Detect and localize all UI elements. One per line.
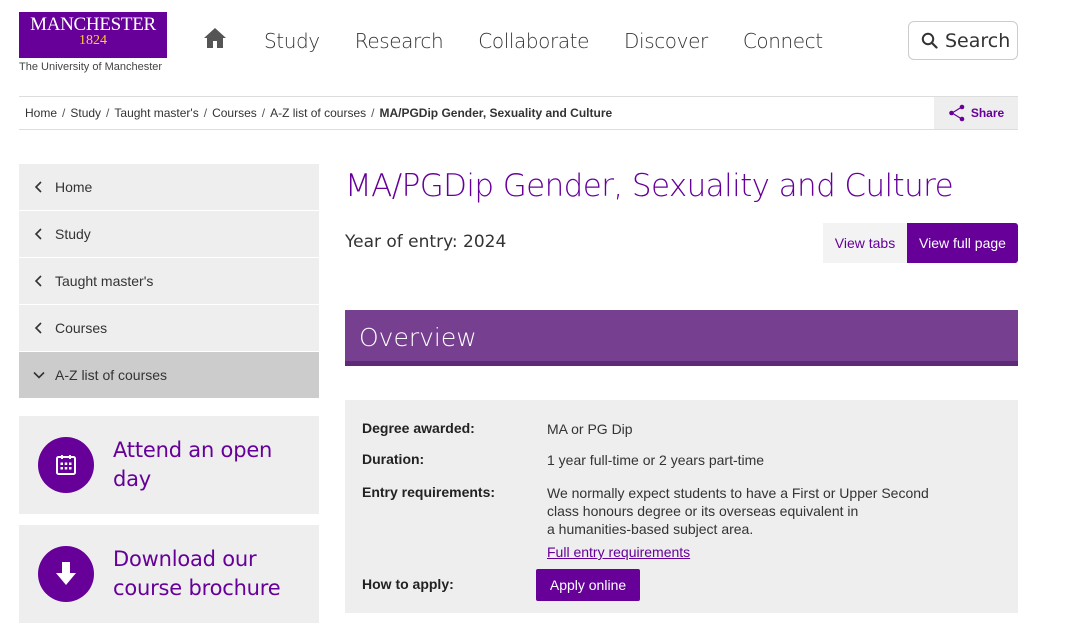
share-button[interactable]: Share <box>934 97 1018 129</box>
share-icon <box>949 104 965 122</box>
sidebar-item-label: A-Z list of courses <box>55 367 168 383</box>
sidebar-item-home[interactable]: Home <box>19 164 319 211</box>
breadcrumb-taught-masters[interactable]: Taught master's <box>114 106 198 120</box>
entry-requirements-line3: a humanities-based subject area. <box>547 521 754 537</box>
full-entry-requirements-link[interactable]: Full entry requirements <box>547 544 690 560</box>
brochure-text: Download our course brochure <box>113 547 281 600</box>
sidebar-nav: Home Study Taught master's Courses A-Z l… <box>19 164 319 399</box>
brochure-promo[interactable]: Download our course brochure <box>19 525 319 623</box>
breadcrumb-current: MA/PGDip Gender, Sexuality and Culture <box>379 106 613 120</box>
nav-collaborate[interactable]: Collaborate <box>478 28 589 54</box>
sidebar-item-label: Courses <box>55 320 108 336</box>
breadcrumb: Home / Study / Taught master's / Courses / A… <box>25 106 613 120</box>
key-facts-panel: Degree awarded: MA or PG Dip Duration: 1… <box>345 400 1018 613</box>
calendar-icon <box>56 455 76 475</box>
entry-requirements-line1: We normally expect students to have a Fi… <box>547 485 929 501</box>
search-icon <box>921 32 938 49</box>
chevron-left-icon <box>34 228 42 240</box>
open-day-text: Attend an open day <box>113 438 273 491</box>
chevron-left-icon <box>34 322 42 334</box>
sidebar-item-label: Home <box>55 179 93 195</box>
share-label: Share <box>970 106 1005 120</box>
chevron-left-icon <box>34 181 42 193</box>
duration-label: Duration: <box>362 451 425 467</box>
degree-label: Degree awarded: <box>362 420 475 436</box>
nav-study[interactable]: Study <box>264 28 320 54</box>
sidebar-item-courses[interactable]: Courses <box>19 305 319 352</box>
breadcrumb-home[interactable]: Home <box>25 106 57 120</box>
nav-research[interactable]: Research <box>355 28 444 54</box>
breadcrumb-az-list[interactable]: A-Z list of courses <box>270 106 366 120</box>
university-logo[interactable]: MANCHESTER 1824 <box>19 12 167 58</box>
nav-discover[interactable]: Discover <box>624 28 708 54</box>
sidebar-item-az-list[interactable]: A-Z list of courses <box>19 352 319 399</box>
how-to-apply-label: How to apply: <box>362 576 454 592</box>
view-tabs-button[interactable]: View tabs <box>823 223 907 263</box>
chevron-left-icon <box>34 275 42 287</box>
open-day-promo[interactable]: Attend an open day <box>19 416 319 514</box>
breadcrumb-study[interactable]: Study <box>70 106 101 120</box>
page-title: MA/PGDip Gender, Sexuality and Culture <box>345 168 954 204</box>
view-full-page-button[interactable]: View full page <box>907 223 1018 263</box>
search-label: Search <box>945 29 1011 52</box>
breadcrumb-bar: Home / Study / Taught master's / Courses / A… <box>19 96 1018 130</box>
sidebar-item-taught-masters[interactable]: Taught master's <box>19 258 319 305</box>
open-day-circle <box>38 437 94 493</box>
search-button[interactable]: Search <box>908 21 1018 60</box>
sidebar-item-study[interactable]: Study <box>19 211 319 258</box>
download-icon <box>56 562 76 585</box>
degree-value: MA or PG Dip <box>547 421 633 437</box>
overview-title: Overview <box>359 323 477 352</box>
overview-header: Overview <box>345 310 1018 366</box>
home-icon[interactable] <box>203 27 227 49</box>
brochure-circle <box>38 546 94 602</box>
logo-subtitle: The University of Manchester <box>19 61 163 73</box>
year-of-entry: Year of entry: 2024 <box>345 232 507 252</box>
entry-requirements-line2: class honours degree or its overseas equ… <box>547 503 859 519</box>
sidebar-item-label: Study <box>55 226 91 242</box>
entry-requirements-label: Entry requirements: <box>362 484 496 500</box>
main-nav: Study Research Collaborate Discover Conn… <box>264 28 858 54</box>
breadcrumb-courses[interactable]: Courses <box>212 106 257 120</box>
duration-value: 1 year full-time or 2 years part-time <box>547 452 765 468</box>
nav-connect[interactable]: Connect <box>743 28 823 54</box>
chevron-down-icon <box>33 371 45 379</box>
apply-online-button[interactable]: Apply online <box>536 569 640 601</box>
sidebar-item-label: Taught master's <box>55 273 154 289</box>
